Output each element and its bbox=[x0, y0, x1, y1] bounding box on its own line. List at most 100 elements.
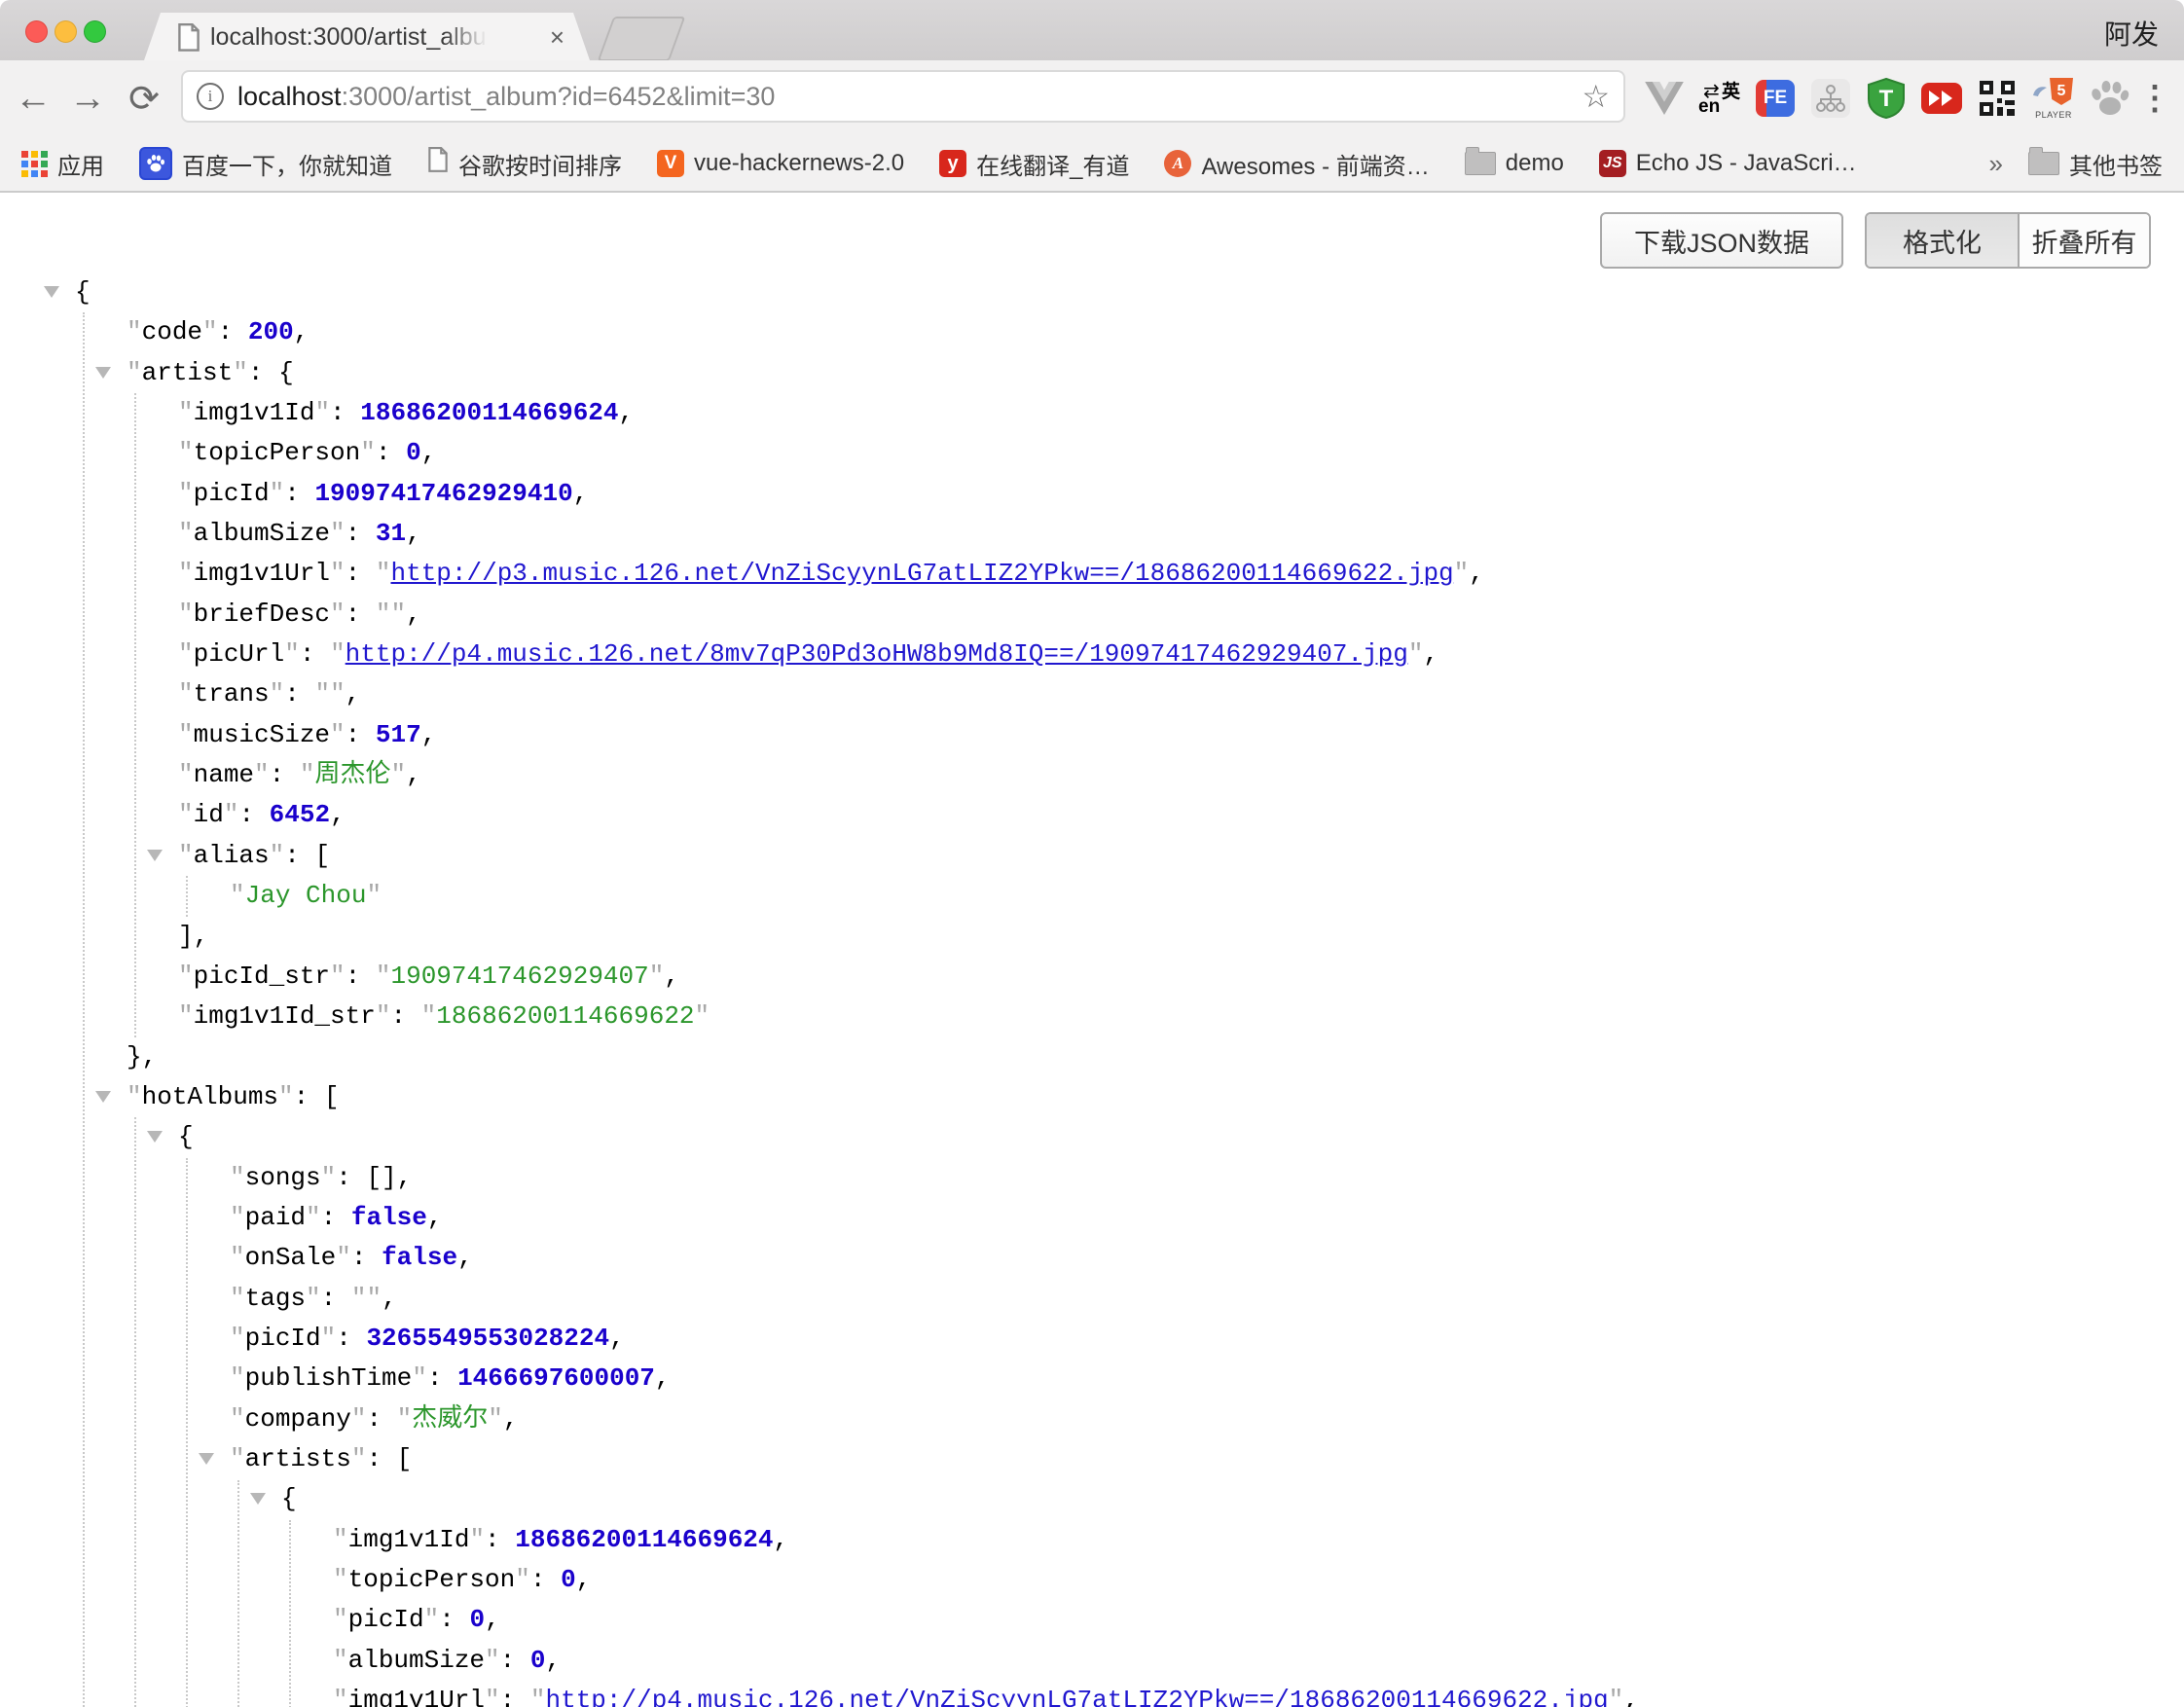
new-tab-button[interactable] bbox=[598, 17, 686, 61]
json-url-link[interactable]: http://p4.music.126.net/8mv7qP30Pd3oHW8b… bbox=[346, 639, 1408, 669]
collapse-all-button[interactable]: 折叠所有 bbox=[2018, 214, 2149, 267]
forward-button[interactable]: → bbox=[62, 60, 113, 136]
json-bracket: [ bbox=[314, 841, 330, 870]
json-colon: : bbox=[284, 841, 314, 870]
json-quote: " bbox=[330, 720, 346, 749]
vue-devtools-icon[interactable] bbox=[1643, 76, 1686, 121]
json-key: publishTime bbox=[245, 1363, 413, 1393]
tab-strip: localhost:3000/artist_album?id × 阿发 bbox=[0, 0, 2184, 60]
collapse-triangle-icon[interactable] bbox=[147, 1131, 163, 1143]
fullscreen-window-button[interactable] bbox=[84, 20, 106, 43]
json-colon: : bbox=[336, 1163, 366, 1192]
json-colon: : bbox=[248, 358, 278, 387]
json-number: false bbox=[382, 1243, 457, 1272]
json-line: "briefDesc": "", bbox=[0, 595, 2184, 635]
close-tab-icon[interactable]: × bbox=[550, 22, 564, 52]
bookmark-demo-folder[interactable]: demo bbox=[1465, 150, 1564, 177]
bookmark-youdao[interactable]: y 在线翻译_有道 bbox=[939, 147, 1129, 181]
json-quote: " bbox=[330, 679, 346, 708]
collapse-triangle-icon[interactable] bbox=[147, 850, 163, 861]
json-line: "img1v1Url": "http://p3.music.126.net/Vn… bbox=[0, 554, 2184, 594]
json-comma: , bbox=[346, 679, 361, 708]
bookmark-google-sort[interactable]: 谷歌按时间排序 bbox=[427, 147, 622, 181]
json-url-link[interactable]: http://p3.music.126.net/VnZiScyynLG7atLI… bbox=[390, 559, 1453, 588]
back-button[interactable]: ← bbox=[8, 60, 58, 136]
bookmark-awesomes[interactable]: A Awesomes - 前端资… bbox=[1164, 147, 1429, 181]
page-info-icon[interactable]: i bbox=[197, 83, 224, 110]
json-quote: " bbox=[178, 599, 194, 629]
qr-code-icon[interactable] bbox=[1976, 76, 2019, 121]
json-quote: " bbox=[270, 479, 285, 508]
format-button[interactable]: 格式化 bbox=[1867, 214, 2018, 267]
bookmark-label: 其他书签 bbox=[2069, 147, 2163, 181]
sitemap-icon[interactable] bbox=[1809, 76, 1852, 121]
json-quote: " bbox=[360, 438, 376, 467]
html5-player-icon[interactable]: 5 PLAYER bbox=[2031, 76, 2076, 121]
paw-print-icon[interactable] bbox=[2089, 76, 2131, 121]
close-window-button[interactable] bbox=[25, 20, 48, 43]
json-quote: " bbox=[178, 679, 194, 708]
bookmark-baidu[interactable]: 百度一下，你就知道 bbox=[139, 147, 392, 181]
json-comma: , bbox=[655, 1363, 671, 1393]
bookmark-echojs[interactable]: JS Echo JS - JavaScri… bbox=[1599, 150, 1857, 177]
json-number: 18686200114669624 bbox=[515, 1525, 773, 1554]
download-json-button[interactable]: 下载JSON数据 bbox=[1600, 212, 1843, 269]
json-quote: " bbox=[321, 1163, 337, 1192]
json-colon: : bbox=[366, 1444, 396, 1473]
tampermonkey-shield-icon[interactable]: T bbox=[1865, 76, 1908, 121]
json-quote: " bbox=[515, 1565, 530, 1594]
bookmark-apps[interactable]: 应用 bbox=[21, 147, 104, 181]
address-bar[interactable]: i localhost:3000/artist_album?id=6452&li… bbox=[181, 70, 1625, 123]
json-key: id bbox=[194, 800, 224, 829]
json-quote: " bbox=[485, 1646, 500, 1675]
json-quote: " bbox=[178, 800, 194, 829]
bookmarks-overflow-chevron[interactable]: » bbox=[1989, 149, 2003, 179]
bookmark-vue-hackernews[interactable]: V vue-hackernews-2.0 bbox=[657, 150, 904, 177]
json-key: musicSize bbox=[194, 720, 330, 749]
json-quote: " bbox=[412, 1363, 427, 1393]
bookmark-label: 在线翻译_有道 bbox=[976, 147, 1129, 181]
youdao-badge-icon: y bbox=[939, 150, 966, 177]
json-number: 200 bbox=[248, 317, 294, 346]
json-line: "tags": "", bbox=[0, 1279, 2184, 1319]
json-quote: " bbox=[178, 519, 194, 548]
collapse-triangle-icon[interactable] bbox=[199, 1453, 214, 1465]
json-comma: , bbox=[294, 317, 309, 346]
json-quote: " bbox=[330, 962, 346, 991]
json-quote: " bbox=[127, 358, 142, 387]
collapse-triangle-icon[interactable] bbox=[44, 286, 59, 298]
json-comma: , bbox=[421, 720, 437, 749]
bookmark-star-icon[interactable]: ☆ bbox=[1582, 78, 1610, 115]
json-quote: " bbox=[178, 398, 194, 427]
collapse-triangle-icon[interactable] bbox=[95, 367, 111, 379]
json-tree: {"code": 200,"artist": {"img1v1Id": 1868… bbox=[0, 272, 2184, 1707]
browser-menu-icon[interactable]: ⋮ bbox=[2135, 60, 2174, 136]
apps-grid-icon bbox=[21, 151, 48, 177]
json-quote: " bbox=[230, 1324, 245, 1353]
json-line: "name": "周杰伦", bbox=[0, 755, 2184, 795]
fe-helper-icon[interactable]: FE bbox=[1754, 76, 1797, 121]
reload-button[interactable]: ⟳ bbox=[119, 60, 169, 136]
json-quote: " bbox=[230, 1404, 245, 1434]
json-line: "topicPerson": 0, bbox=[0, 1560, 2184, 1600]
bookmarks-bar: 应用 百度一下，你就知道 谷歌按时间排序 V vue-hackernews-2.… bbox=[0, 136, 2184, 191]
url-host: localhost bbox=[237, 82, 342, 111]
bookmark-label: Echo JS - JavaScri… bbox=[1636, 150, 1857, 177]
json-quote: " bbox=[178, 841, 194, 870]
active-tab[interactable]: localhost:3000/artist_album?id × bbox=[144, 13, 590, 60]
other-bookmarks-folder[interactable]: 其他书签 bbox=[2028, 147, 2163, 181]
json-bracket: ], bbox=[178, 922, 208, 951]
json-number: false bbox=[351, 1203, 427, 1232]
player-caption: PLAYER bbox=[2031, 110, 2076, 120]
json-quote: " bbox=[300, 760, 315, 789]
collapse-triangle-icon[interactable] bbox=[95, 1091, 111, 1103]
json-key: onSale bbox=[245, 1243, 337, 1272]
json-quote: " bbox=[330, 559, 346, 588]
video-downloader-icon[interactable] bbox=[1920, 76, 1963, 121]
json-url-link[interactable]: http://p4.music.126.net/VnZiScyynLG7atLI… bbox=[545, 1686, 1608, 1707]
json-colon: : bbox=[376, 438, 406, 467]
json-quote: " bbox=[178, 479, 194, 508]
collapse-triangle-icon[interactable] bbox=[250, 1493, 266, 1505]
youdao-translate-icon[interactable]: 英 ⇄ en bbox=[1698, 77, 1741, 120]
minimize-window-button[interactable] bbox=[55, 20, 77, 43]
